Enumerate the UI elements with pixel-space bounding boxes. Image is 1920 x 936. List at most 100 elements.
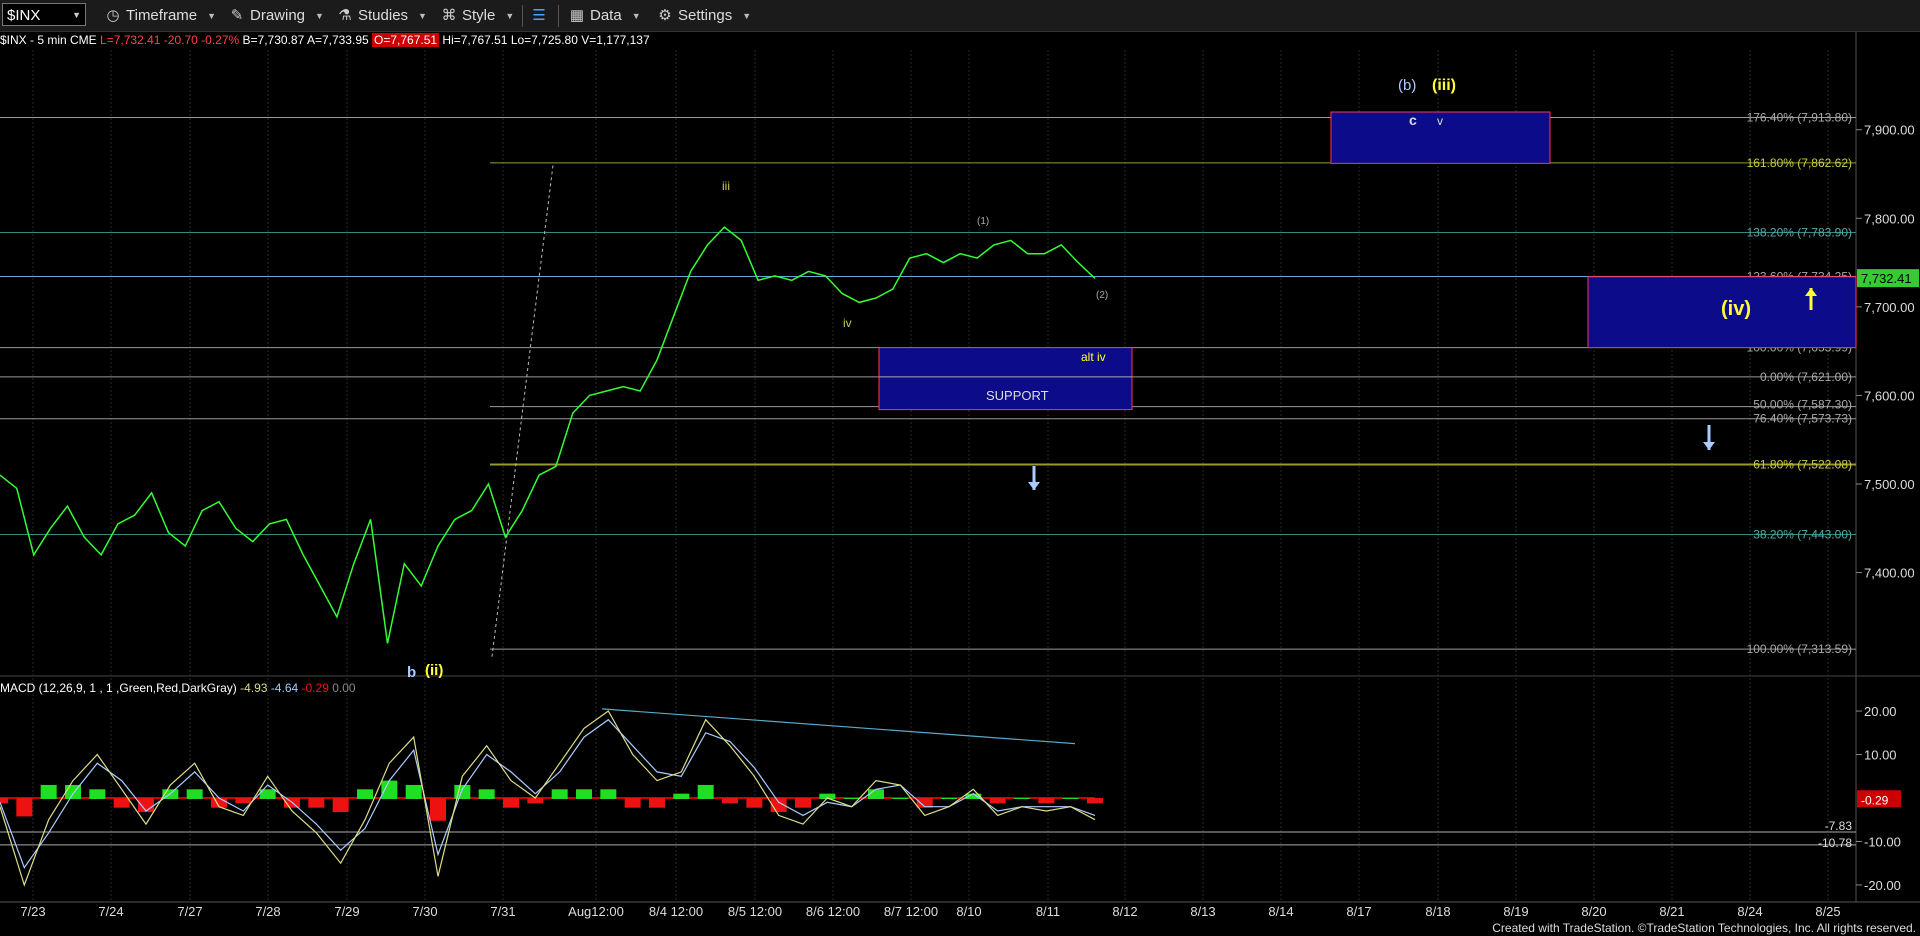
macd-histogram-bar bbox=[235, 798, 252, 804]
low-info: Lo=7,725.80 bbox=[510, 33, 578, 47]
macd-histogram-bar bbox=[624, 798, 641, 808]
fib-level-label: 176.40% (7,913.80) bbox=[1747, 110, 1852, 124]
time-axis-label: 8/20 bbox=[1581, 904, 1606, 919]
time-axis-label: 8/19 bbox=[1503, 904, 1528, 919]
macd-histogram-bar bbox=[527, 798, 544, 804]
macd-histogram-bar bbox=[430, 798, 446, 821]
macd-histogram-bar bbox=[308, 798, 325, 808]
macd-last-label: -0.29 bbox=[1861, 793, 1889, 807]
macd-histogram-bar bbox=[186, 789, 203, 799]
time-axis-label: 8/14 bbox=[1268, 904, 1293, 919]
dashed-trendline bbox=[491, 165, 554, 657]
macd-axis-label: -20.00 bbox=[1864, 878, 1901, 893]
pct-change-info: -0.27% bbox=[201, 33, 240, 47]
time-axis-label: 8/7 12:00 bbox=[884, 904, 938, 919]
bid-info: B=7,730.87 bbox=[242, 33, 305, 47]
price-axis-label: 7,900.00 bbox=[1864, 123, 1915, 138]
wave-label-big-iii: (iii) bbox=[1432, 77, 1456, 94]
time-axis-label: 8/10 bbox=[956, 904, 981, 919]
macd-histogram-bar bbox=[697, 784, 714, 799]
fib-level-label: 76.40% (7,573.73) bbox=[1753, 412, 1852, 426]
macd-ref-label: -10.78 bbox=[1818, 836, 1852, 850]
net-change-info: -20.70 bbox=[163, 33, 198, 47]
macd-hist-value: -0.29 bbox=[301, 681, 329, 695]
time-axis-label: 7/29 bbox=[334, 904, 359, 919]
time-axis-label: 8/4 12:00 bbox=[649, 904, 703, 919]
price-axis-label: 7,500.00 bbox=[1864, 477, 1915, 492]
fib-level-label: 100.00% (7,313.59) bbox=[1747, 642, 1852, 656]
down-arrow-head bbox=[1703, 442, 1715, 450]
macd-histogram-bar bbox=[843, 798, 860, 799]
high-info: Hi=7,767.51 bbox=[442, 33, 508, 47]
macd-histogram-bar bbox=[138, 798, 154, 813]
time-axis-label: 8/11 bbox=[1036, 904, 1060, 919]
wave-label-iv: iv bbox=[843, 316, 852, 330]
macd-histogram-bar bbox=[478, 789, 495, 799]
time-axis-label: 8/18 bbox=[1425, 904, 1450, 919]
macd-histogram-bar bbox=[600, 789, 617, 799]
wave-label-big-iv: (iv) bbox=[1721, 298, 1751, 320]
support-label: SUPPORT bbox=[986, 388, 1049, 403]
macd-histogram-bar bbox=[1062, 798, 1079, 799]
volume-info: V=1,177,137 bbox=[581, 33, 650, 47]
fib-level-label: 50.00% (7,587.30) bbox=[1753, 398, 1852, 412]
time-axis-label: 7/23 bbox=[20, 904, 45, 919]
time-axis-label: 8/6 12:00 bbox=[806, 904, 860, 919]
macd-histogram-bar bbox=[868, 789, 884, 799]
symbol-info: $INX - 5 min CME bbox=[0, 33, 97, 47]
wave-label-iii: iii bbox=[722, 179, 730, 193]
macd-histogram-bar bbox=[40, 784, 57, 799]
macd-ref-label: -7.83 bbox=[1825, 819, 1853, 833]
wave-label-c: c bbox=[1409, 112, 1417, 128]
macd-value: -4.93 bbox=[240, 681, 268, 695]
time-axis-label: 8/25 bbox=[1815, 904, 1840, 919]
time-axis-label: 8/12 bbox=[1112, 904, 1137, 919]
credit-text: Created with TradeStation. ©TradeStation… bbox=[1492, 921, 1916, 935]
price-chart[interactable]: 7/23 7/24 7/27 7/28 7/29 7/30 7/31 Aug12:00 8/4 … bbox=[0, 0, 1920, 936]
time-axis-label: 7/24 bbox=[98, 904, 123, 919]
macd-histogram-bar bbox=[503, 798, 519, 808]
last-price-label: 7,732.41 bbox=[1861, 271, 1912, 286]
macd-histogram-bar bbox=[332, 798, 349, 813]
fib-level-label: 161.80% (7,862.62) bbox=[1747, 156, 1852, 170]
price-info-bar: $INX - 5 min CME L=7,732.41 -20.70 -0.27… bbox=[0, 33, 650, 49]
price-axis-label: 7,800.00 bbox=[1864, 211, 1915, 226]
macd-histogram-bar bbox=[746, 798, 763, 808]
macd-histogram-bar bbox=[357, 789, 373, 799]
time-axis-label: 8/24 bbox=[1737, 904, 1762, 919]
down-arrow-head bbox=[1028, 482, 1040, 490]
macd-histogram-bar bbox=[795, 798, 811, 808]
macd-histogram-bar bbox=[16, 798, 33, 817]
wave-label-v: v bbox=[1437, 114, 1443, 128]
macd-histogram-bar bbox=[551, 789, 568, 799]
wave-label-1: (1) bbox=[977, 216, 989, 227]
macd-name: MACD (12,26,9, 1 , 1 ,Green,Red,DarkGray… bbox=[0, 681, 237, 695]
macd-histogram-bar bbox=[405, 784, 422, 799]
fib-level-label: 138.20% (7,783.90) bbox=[1747, 226, 1852, 240]
price-axis-label: 7,600.00 bbox=[1864, 388, 1915, 403]
wave-label-b: b bbox=[407, 664, 416, 681]
macd-histogram-bar bbox=[673, 793, 690, 799]
price-line bbox=[0, 226, 1096, 644]
fib-level-label: 0.00% (7,621.00) bbox=[1760, 370, 1852, 384]
macd-histogram-bar bbox=[0, 798, 8, 804]
macd-histogram-bar bbox=[381, 780, 398, 799]
time-axis-label: 7/28 bbox=[255, 904, 280, 919]
price-axis-label: 7,400.00 bbox=[1864, 566, 1915, 581]
macd-zero-value: 0.00 bbox=[332, 681, 356, 695]
macd-axis-label: -10.00 bbox=[1864, 834, 1901, 849]
macd-histogram-bar bbox=[1087, 798, 1103, 804]
wave-label-2: (2) bbox=[1096, 290, 1108, 301]
wave-label-alt-iv: alt iv bbox=[1081, 350, 1106, 364]
macd-histogram-bar bbox=[892, 798, 909, 799]
macd-info-bar: MACD (12,26,9, 1 , 1 ,Green,Red,DarkGray… bbox=[0, 681, 356, 697]
time-axis-label: 8/5 12:00 bbox=[728, 904, 782, 919]
last-price-info: L=7,732.41 bbox=[100, 33, 161, 47]
ask-info: A=7,733.95 bbox=[306, 33, 369, 47]
fib-level-label: 38.20% (7,443.00) bbox=[1753, 527, 1852, 541]
time-axis-label: Aug12:00 bbox=[568, 904, 624, 919]
wave-label-ii: (ii) bbox=[425, 662, 443, 679]
wave-label-big-b: (b) bbox=[1398, 77, 1416, 94]
macd-signal-value: -4.64 bbox=[270, 681, 299, 695]
time-axis-label: 8/21 bbox=[1659, 904, 1684, 919]
